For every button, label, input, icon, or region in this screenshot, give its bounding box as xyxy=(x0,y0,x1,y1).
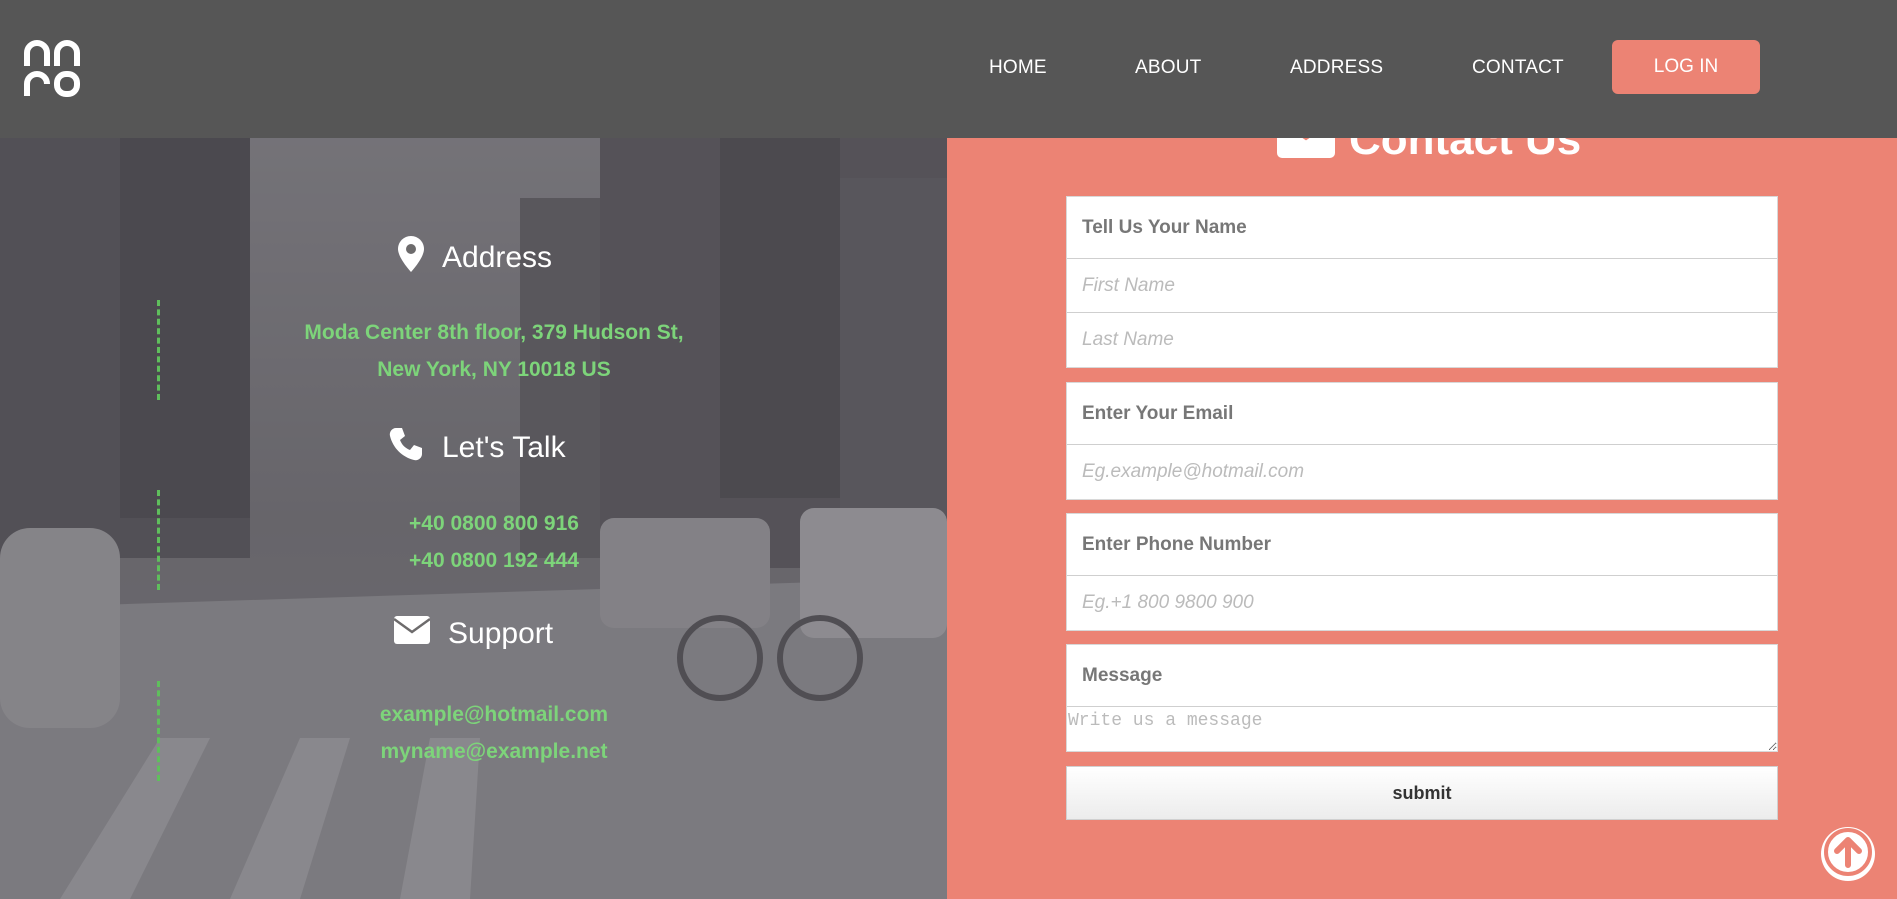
phone-numbers: +40 0800 800 916 +40 0800 192 444 xyxy=(244,505,744,579)
phone-number-2[interactable]: +40 0800 192 444 xyxy=(244,542,744,579)
address-text: Moda Center 8th floor, 379 Hudson St, Ne… xyxy=(244,314,744,388)
phone-number-1[interactable]: +40 0800 800 916 xyxy=(244,505,744,542)
support-email-2[interactable]: myname@example.net xyxy=(244,733,744,770)
name-label: Tell Us Your Name xyxy=(1067,197,1777,259)
address-line-1: Moda Center 8th floor, 379 Hudson St, xyxy=(304,321,684,344)
last-name-input[interactable] xyxy=(1067,313,1777,367)
contact-title: Contact Us xyxy=(1277,138,1581,170)
divider-line xyxy=(157,300,160,400)
talk-heading: Let's Talk xyxy=(388,426,566,470)
email-input[interactable] xyxy=(1067,445,1777,499)
divider-line xyxy=(157,681,160,781)
envelope-icon xyxy=(1277,138,1349,169)
email-label: Enter Your Email xyxy=(1067,383,1777,445)
first-name-input[interactable] xyxy=(1067,259,1777,313)
support-emails: example@hotmail.com myname@example.net xyxy=(244,696,744,770)
phone-label: Enter Phone Number xyxy=(1067,514,1777,576)
message-group: Message xyxy=(1066,644,1778,752)
contact-title-label: Contact Us xyxy=(1349,138,1582,164)
talk-heading-label: Let's Talk xyxy=(442,431,566,464)
map-pin-icon xyxy=(398,236,442,280)
site-header: HOME ABOUT ADDRESS CONTACT LOG IN xyxy=(0,0,1897,138)
nav-address[interactable]: ADDRESS xyxy=(1290,57,1383,79)
scroll-to-top-button[interactable] xyxy=(1821,827,1875,881)
phone-group: Enter Phone Number xyxy=(1066,513,1778,631)
submit-button[interactable]: submit xyxy=(1066,766,1778,820)
message-label: Message xyxy=(1067,645,1777,707)
envelope-icon xyxy=(393,616,448,652)
support-heading-label: Support xyxy=(448,617,554,650)
address-heading-label: Address xyxy=(442,241,553,274)
address-heading: Address xyxy=(398,236,552,280)
name-group: Tell Us Your Name xyxy=(1066,196,1778,368)
divider-line xyxy=(157,490,160,590)
contact-panel: Contact Us Tell Us Your Name Enter Your … xyxy=(947,138,1897,899)
phone-icon xyxy=(388,426,442,470)
arrow-up-icon xyxy=(1823,827,1873,882)
address-line-2: New York, NY 10018 US xyxy=(377,358,611,381)
nav-contact[interactable]: CONTACT xyxy=(1472,57,1564,79)
info-panel: Address Moda Center 8th floor, 379 Hudso… xyxy=(0,138,947,899)
nav-home[interactable]: HOME xyxy=(989,57,1047,79)
email-group: Enter Your Email xyxy=(1066,382,1778,500)
message-textarea[interactable] xyxy=(1067,707,1777,751)
support-heading: Support xyxy=(393,616,554,652)
logo-icon[interactable] xyxy=(24,40,82,98)
login-button[interactable]: LOG IN xyxy=(1612,40,1760,94)
support-email-1[interactable]: example@hotmail.com xyxy=(244,696,744,733)
phone-input[interactable] xyxy=(1067,576,1777,630)
nav-about[interactable]: ABOUT xyxy=(1135,57,1201,79)
